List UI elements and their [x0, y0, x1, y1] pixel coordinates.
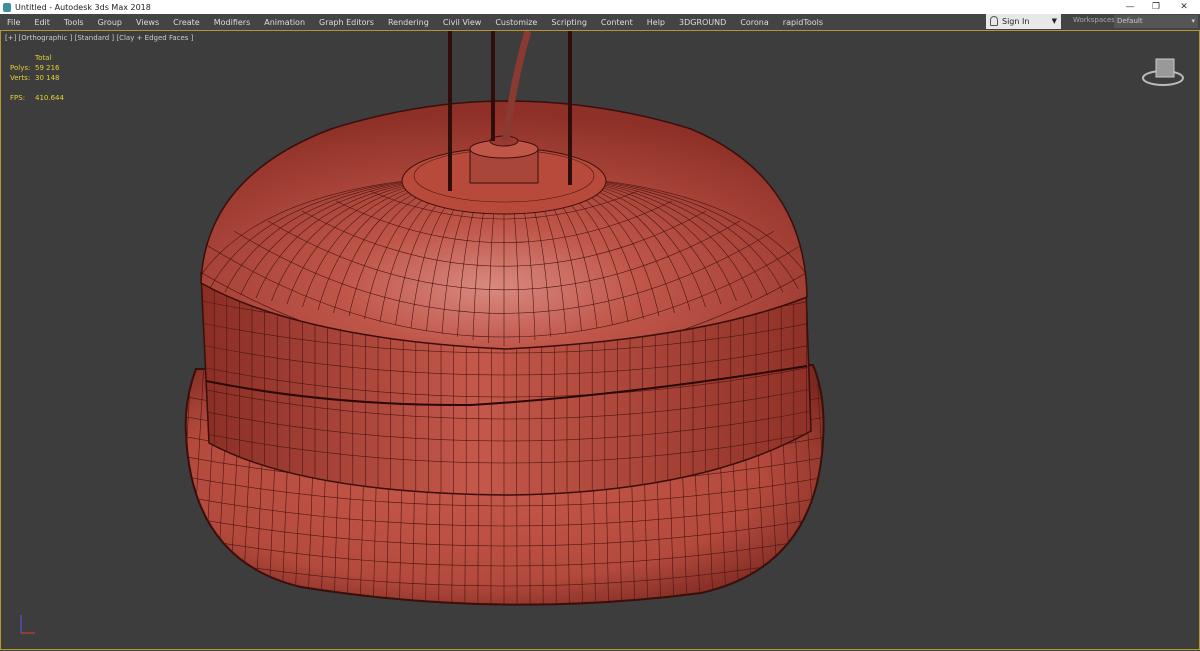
menu-item-corona[interactable]: Corona	[733, 18, 775, 27]
menu-item-rendering[interactable]: Rendering	[381, 18, 436, 27]
menu-item-customize[interactable]: Customize	[488, 18, 544, 27]
scene-render	[20, 31, 1184, 634]
verts-value: 30 148	[35, 74, 60, 82]
menu-item-help[interactable]: Help	[640, 18, 672, 27]
menu-item-modifiers[interactable]: Modifiers	[207, 18, 258, 27]
workspaces-label: Workspaces:	[1073, 16, 1118, 24]
menu-item-rapidtools[interactable]: rapidTools	[776, 18, 830, 27]
fps-value: 410.644	[35, 94, 64, 102]
menu-item-tools[interactable]: Tools	[57, 18, 91, 27]
menu-item-content[interactable]: Content	[594, 18, 640, 27]
menu-item-3dground[interactable]: 3DGROUND	[672, 18, 733, 27]
stats-header: Total	[35, 54, 52, 62]
menu-item-file[interactable]: File	[0, 18, 27, 27]
sign-in-button[interactable]: Sign In ▼	[986, 14, 1061, 29]
fps-label: FPS:	[10, 94, 26, 102]
menu-item-group[interactable]: Group	[91, 18, 129, 27]
window-title: Untitled - Autodesk 3ds Max 2018	[15, 2, 151, 12]
menu-item-views[interactable]: Views	[129, 18, 166, 27]
workspaces-value: Default	[1117, 17, 1143, 25]
viewport-label[interactable]: [+] [Orthographic ] [Standard ] [Clay + …	[5, 34, 193, 42]
menu-item-graph-editors[interactable]: Graph Editors	[312, 18, 381, 27]
title-bar: Untitled - Autodesk 3ds Max 2018 — ❐ ✕	[0, 0, 1200, 14]
user-icon	[990, 16, 998, 26]
menu-item-create[interactable]: Create	[166, 18, 207, 27]
view-cube-icon[interactable]	[1142, 58, 1184, 86]
app-icon	[3, 2, 11, 12]
viewport[interactable]: [+] [Orthographic ] [Standard ] [Clay + …	[0, 30, 1200, 650]
sign-in-label: Sign In	[1002, 17, 1030, 26]
workspaces-dropdown[interactable]: Default ▾	[1114, 15, 1198, 28]
chevron-down-icon: ▾	[1191, 17, 1195, 25]
polys-label: Polys:	[10, 64, 31, 72]
menu-item-scripting[interactable]: Scripting	[544, 18, 594, 27]
restore-button[interactable]: ❐	[1142, 0, 1170, 14]
menu-item-civil-view[interactable]: Civil View	[436, 18, 489, 27]
minimize-button[interactable]: —	[1116, 0, 1144, 14]
close-button[interactable]: ✕	[1170, 0, 1198, 14]
chevron-down-icon: ▼	[1051, 17, 1057, 25]
verts-label: Verts:	[10, 74, 31, 82]
menu-item-edit[interactable]: Edit	[27, 18, 57, 27]
axis-gizmo-icon	[20, 615, 35, 634]
polys-value: 59 216	[35, 64, 60, 72]
menu-item-animation[interactable]: Animation	[257, 18, 312, 27]
